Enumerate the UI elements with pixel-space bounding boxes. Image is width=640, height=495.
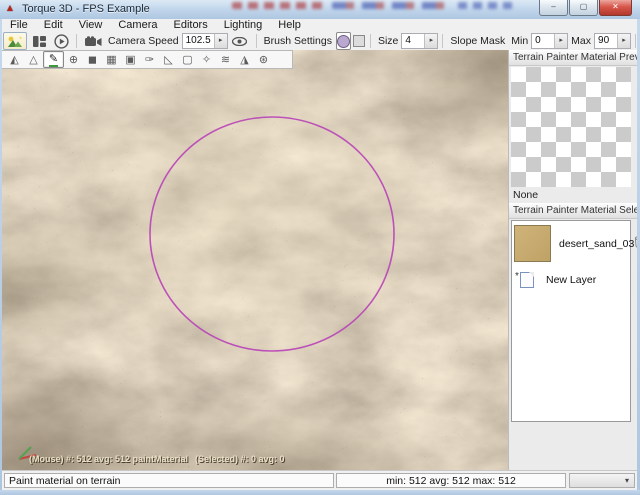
toolbar-separator (635, 34, 636, 48)
material-thumbnail[interactable] (514, 225, 551, 262)
brush-ellipse-button[interactable] (336, 32, 351, 50)
spinner-arrow-icon[interactable]: ▸ (214, 34, 227, 48)
tool-smooth-slope[interactable]: ◼ (83, 52, 102, 67)
new-layer-item[interactable]: * New Layer (512, 264, 630, 290)
minimize-button[interactable]: – (539, 0, 568, 16)
material-list-item[interactable]: desert_sand_03 (512, 221, 630, 264)
slope-min-value[interactable]: 0 (532, 34, 554, 48)
menu-view[interactable]: View (71, 19, 111, 32)
tool-flatten[interactable]: ▣ (121, 52, 140, 67)
spinner-arrow-icon[interactable]: ▸ (424, 34, 437, 48)
tool-terrain-wheel[interactable]: ⊛ (254, 52, 273, 67)
menu-editors[interactable]: Editors (165, 19, 215, 32)
camera-speed-spinner[interactable]: 102.5 ▸ (182, 33, 228, 49)
brush-settings-label: Brush Settings (264, 35, 332, 47)
window-border (0, 490, 640, 495)
window-title: Torque 3D - FPS Example (22, 3, 150, 15)
selected-stats-readout: (Selected) #: 0 avg: 0 (195, 454, 285, 464)
new-layer-icon: * (520, 272, 534, 288)
size-label: Size (378, 35, 398, 47)
toolbar-separator (370, 34, 371, 48)
background-window-bleed (332, 2, 450, 9)
terrain-tool-palette: ◭ △ ✎ ⊕ ◼ ▦ ▣ ✑ ◺ ▢ ✧ ≋ ◮ ⊛ (2, 50, 293, 69)
chevron-down-icon: ▾ (620, 474, 634, 487)
brush-circle-outline (150, 117, 394, 351)
tool-erode[interactable]: ≋ (216, 52, 235, 67)
tool-clear-terrain[interactable]: ◺ (159, 52, 178, 67)
maximize-button[interactable]: ▢ (569, 0, 598, 16)
status-height-stats: min: 512 avg: 512 max: 512 (336, 473, 566, 488)
tool-set-height[interactable]: ✑ (140, 52, 159, 67)
tool-paint-noise[interactable]: ▦ (102, 52, 121, 67)
slope-max-value[interactable]: 90 (595, 34, 617, 48)
min-label: Min (511, 35, 528, 47)
menu-help[interactable]: Help (270, 19, 309, 32)
material-preview-swatch (511, 67, 631, 187)
brush-box-button[interactable] (353, 33, 365, 49)
slope-mask-label: Slope Mask (450, 35, 505, 47)
max-label: Max (571, 35, 591, 47)
tool-grab-terrain[interactable]: ◭ (5, 52, 24, 67)
new-layer-label: New Layer (546, 274, 596, 286)
play-game-button[interactable] (51, 33, 71, 49)
mouse-stats-readout: (Mouse) #: 512 avg: 512 paintMaterial (29, 454, 188, 464)
material-preview-name: None (509, 187, 637, 203)
menu-bar: File Edit View Camera Editors Lighting H… (2, 19, 638, 33)
ellipse-brush-icon (337, 35, 350, 48)
camera-menu-button[interactable] (82, 33, 104, 49)
layout-panels-icon (33, 36, 46, 47)
spinner-arrow-icon[interactable]: ▸ (617, 34, 630, 48)
layout-toggle-button[interactable] (29, 33, 49, 49)
new-layer-star: * (515, 271, 519, 282)
menu-file[interactable]: File (2, 19, 36, 32)
visibility-button[interactable] (229, 33, 251, 49)
eye-icon (232, 37, 247, 46)
material-list: desert_sand_03 * New Layer (511, 220, 631, 422)
toolbar-separator (256, 34, 257, 48)
tool-paint-brush[interactable]: ✎ (43, 51, 64, 68)
play-icon (54, 34, 69, 49)
spinner-arrow-icon[interactable]: ▸ (554, 34, 567, 48)
app-window: ▲ Torque 3D - FPS Example – ▢ ✕ File Edi… (0, 0, 640, 495)
status-bar: Paint material on terrain min: 512 avg: … (2, 470, 638, 490)
terrain-painter-panel: Terrain Painter Material Preview None Te… (508, 50, 637, 470)
close-button[interactable]: ✕ (599, 0, 632, 16)
menu-lighting[interactable]: Lighting (216, 19, 271, 32)
main-toolbar: Camera Speed 102.5 ▸ Brush Settings Size… (2, 32, 638, 51)
material-name: desert_sand_03 (559, 238, 634, 250)
size-spinner[interactable]: 4 ▸ (401, 33, 438, 49)
tool-raise-height[interactable]: △ (24, 52, 43, 67)
title-bar[interactable]: ▲ Torque 3D - FPS Example – ▢ ✕ (0, 0, 640, 19)
tool-terrain-slope[interactable]: ◮ (235, 52, 254, 67)
status-message: Paint material on terrain (4, 473, 334, 488)
menu-edit[interactable]: Edit (36, 19, 71, 32)
slope-min-spinner[interactable]: 0 ▸ (531, 33, 568, 49)
world-editor-button[interactable] (3, 32, 27, 50)
material-preview-header: Terrain Painter Material Preview (509, 50, 637, 66)
torque-app-icon: ▲ (5, 3, 17, 15)
scene-landscape-icon (7, 35, 23, 48)
toolbar-separator (442, 34, 443, 48)
menu-camera[interactable]: Camera (110, 19, 165, 32)
slope-max-spinner[interactable]: 90 ▸ (594, 33, 631, 49)
camera-icon (85, 36, 102, 47)
terrain-viewport[interactable]: ◭ △ ✎ ⊕ ◼ ▦ ▣ ✑ ◺ ▢ ✧ ≋ ◮ ⊛ (Mouse) #: 5… (2, 50, 508, 470)
viewport-overlays (2, 50, 508, 470)
box-brush-icon (353, 35, 365, 47)
background-window-bleed (458, 2, 518, 9)
background-window-bleed (232, 2, 324, 9)
window-border (0, 19, 2, 490)
toolbar-separator (76, 34, 77, 48)
tool-smooth[interactable]: ⊕ (64, 52, 83, 67)
status-dropdown[interactable]: ▾ (569, 473, 635, 488)
camera-speed-label: Camera Speed (108, 35, 179, 47)
tool-magic-wand[interactable]: ✧ (197, 52, 216, 67)
size-value[interactable]: 4 (402, 34, 424, 48)
camera-speed-value[interactable]: 102.5 (183, 34, 214, 48)
material-selector-header: Terrain Painter Material Selector (509, 203, 637, 219)
tool-select-area[interactable]: ▢ (178, 52, 197, 67)
